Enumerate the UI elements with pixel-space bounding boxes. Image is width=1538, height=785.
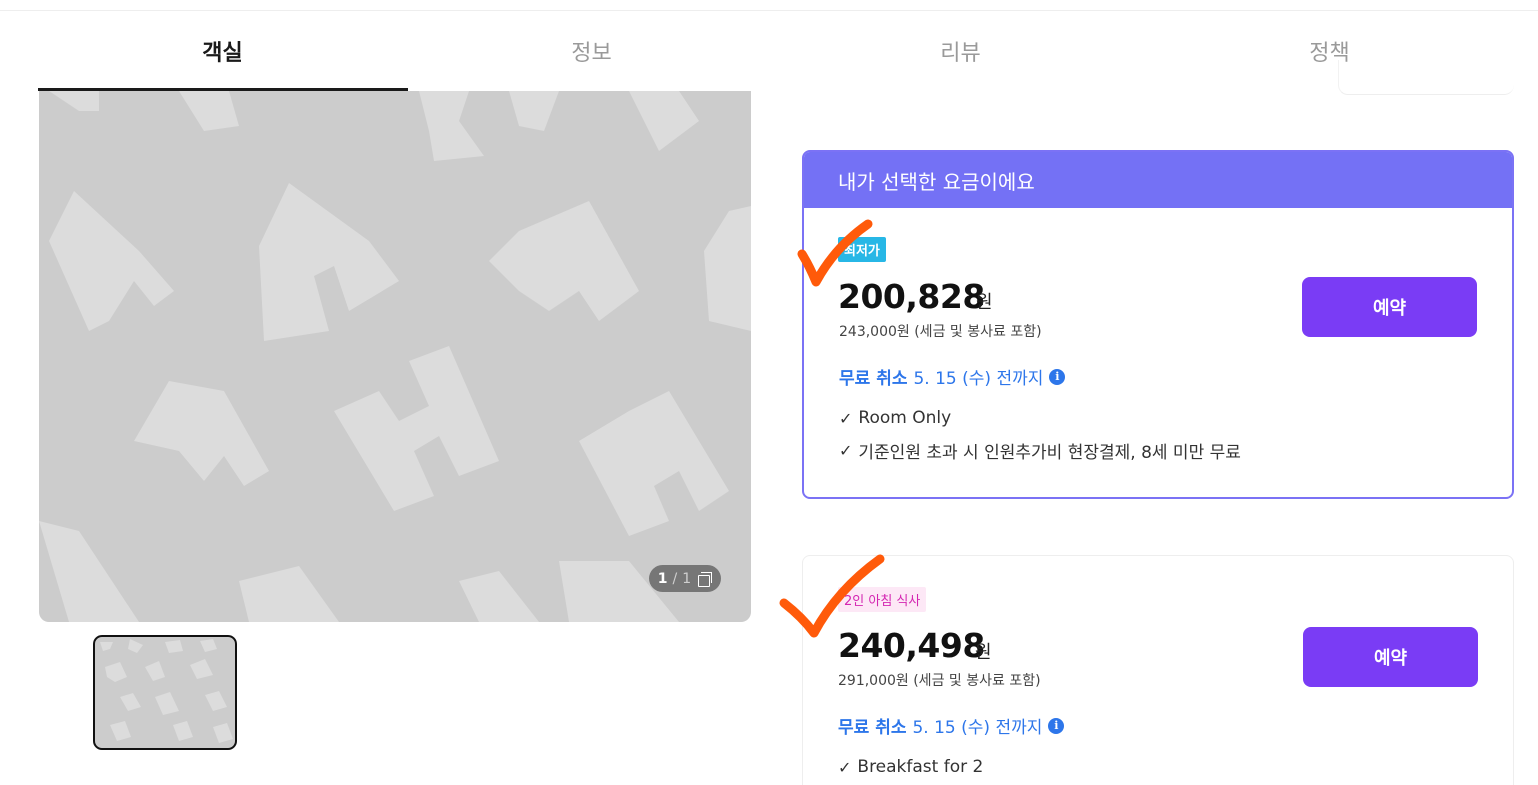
original-price: 291,000원 (세금 및 봉사료 포함) bbox=[838, 673, 1041, 689]
tab-label: 객실 bbox=[202, 41, 243, 66]
free-cancel-info: 무료 취소 5. 15 (수) 전까지 i bbox=[838, 713, 1065, 738]
free-cancel-info: 무료 취소 5. 15 (수) 전까지 i bbox=[839, 364, 1066, 389]
benefit-item: ✓ Breakfast for 2 bbox=[838, 757, 983, 777]
tab-rooms[interactable]: 객실 bbox=[38, 22, 407, 92]
previous-card-edge bbox=[1338, 60, 1514, 95]
benefit-text: Breakfast for 2 bbox=[857, 757, 984, 777]
free-cancel-date: 5. 15 (수) 전까지 bbox=[912, 718, 1043, 738]
check-icon: ✓ bbox=[838, 757, 852, 777]
benefit-item: ✓ 기준인원 초과 시 인원추가비 현장결제, 8세 미만 무료 bbox=[839, 438, 1241, 463]
currency-label: 원 bbox=[975, 642, 992, 663]
photo-counter-separator: / bbox=[672, 570, 678, 587]
lowest-price-badge: 최저가 bbox=[838, 237, 886, 262]
thumbnail-pattern bbox=[100, 639, 233, 743]
photo-thumbnail[interactable] bbox=[93, 635, 237, 750]
room-photo-placeholder[interactable]: 1 / 1 bbox=[39, 91, 751, 622]
benefit-text: 기준인원 초과 시 인원추가비 현장결제, 8세 미만 무료 bbox=[858, 443, 1241, 463]
currency-label: 원 bbox=[976, 292, 993, 313]
free-cancel-date: 5. 15 (수) 전까지 bbox=[913, 369, 1044, 389]
photo-counter-total: 1 bbox=[682, 570, 692, 587]
photo-counter-current: 1 bbox=[657, 570, 668, 587]
placeholder-pattern bbox=[39, 91, 751, 622]
top-divider bbox=[0, 10, 1538, 11]
book-button[interactable]: 예약 bbox=[1303, 627, 1478, 687]
free-cancel-label: 무료 취소 bbox=[839, 369, 908, 389]
info-icon[interactable]: i bbox=[1049, 368, 1066, 385]
rate-price: 200,828 bbox=[838, 277, 985, 316]
tab-label: 리뷰 bbox=[940, 41, 981, 66]
check-icon: ✓ bbox=[839, 441, 853, 460]
photo-counter[interactable]: 1 / 1 bbox=[649, 565, 721, 592]
tab-label: 정보 bbox=[571, 41, 612, 66]
tab-reviews[interactable]: 리뷰 bbox=[776, 22, 1145, 92]
book-button[interactable]: 예약 bbox=[1302, 277, 1477, 337]
rate-price: 240,498 bbox=[838, 626, 985, 665]
tab-info[interactable]: 정보 bbox=[407, 22, 776, 92]
original-price: 243,000원 (세금 및 봉사료 포함) bbox=[839, 324, 1042, 340]
info-icon[interactable]: i bbox=[1048, 717, 1065, 734]
selected-rate-banner: 내가 선택한 요금이에요 bbox=[804, 152, 1512, 208]
free-cancel-label: 무료 취소 bbox=[838, 718, 907, 738]
gallery-icon bbox=[698, 571, 713, 587]
benefit-item: ✓ Room Only bbox=[839, 408, 951, 428]
benefit-text: Room Only bbox=[858, 408, 952, 428]
check-icon: ✓ bbox=[839, 408, 853, 428]
tab-bar: 객실 정보 리뷰 정책 bbox=[38, 22, 1514, 92]
breakfast-badge: 2인 아침 식사 bbox=[838, 587, 927, 612]
